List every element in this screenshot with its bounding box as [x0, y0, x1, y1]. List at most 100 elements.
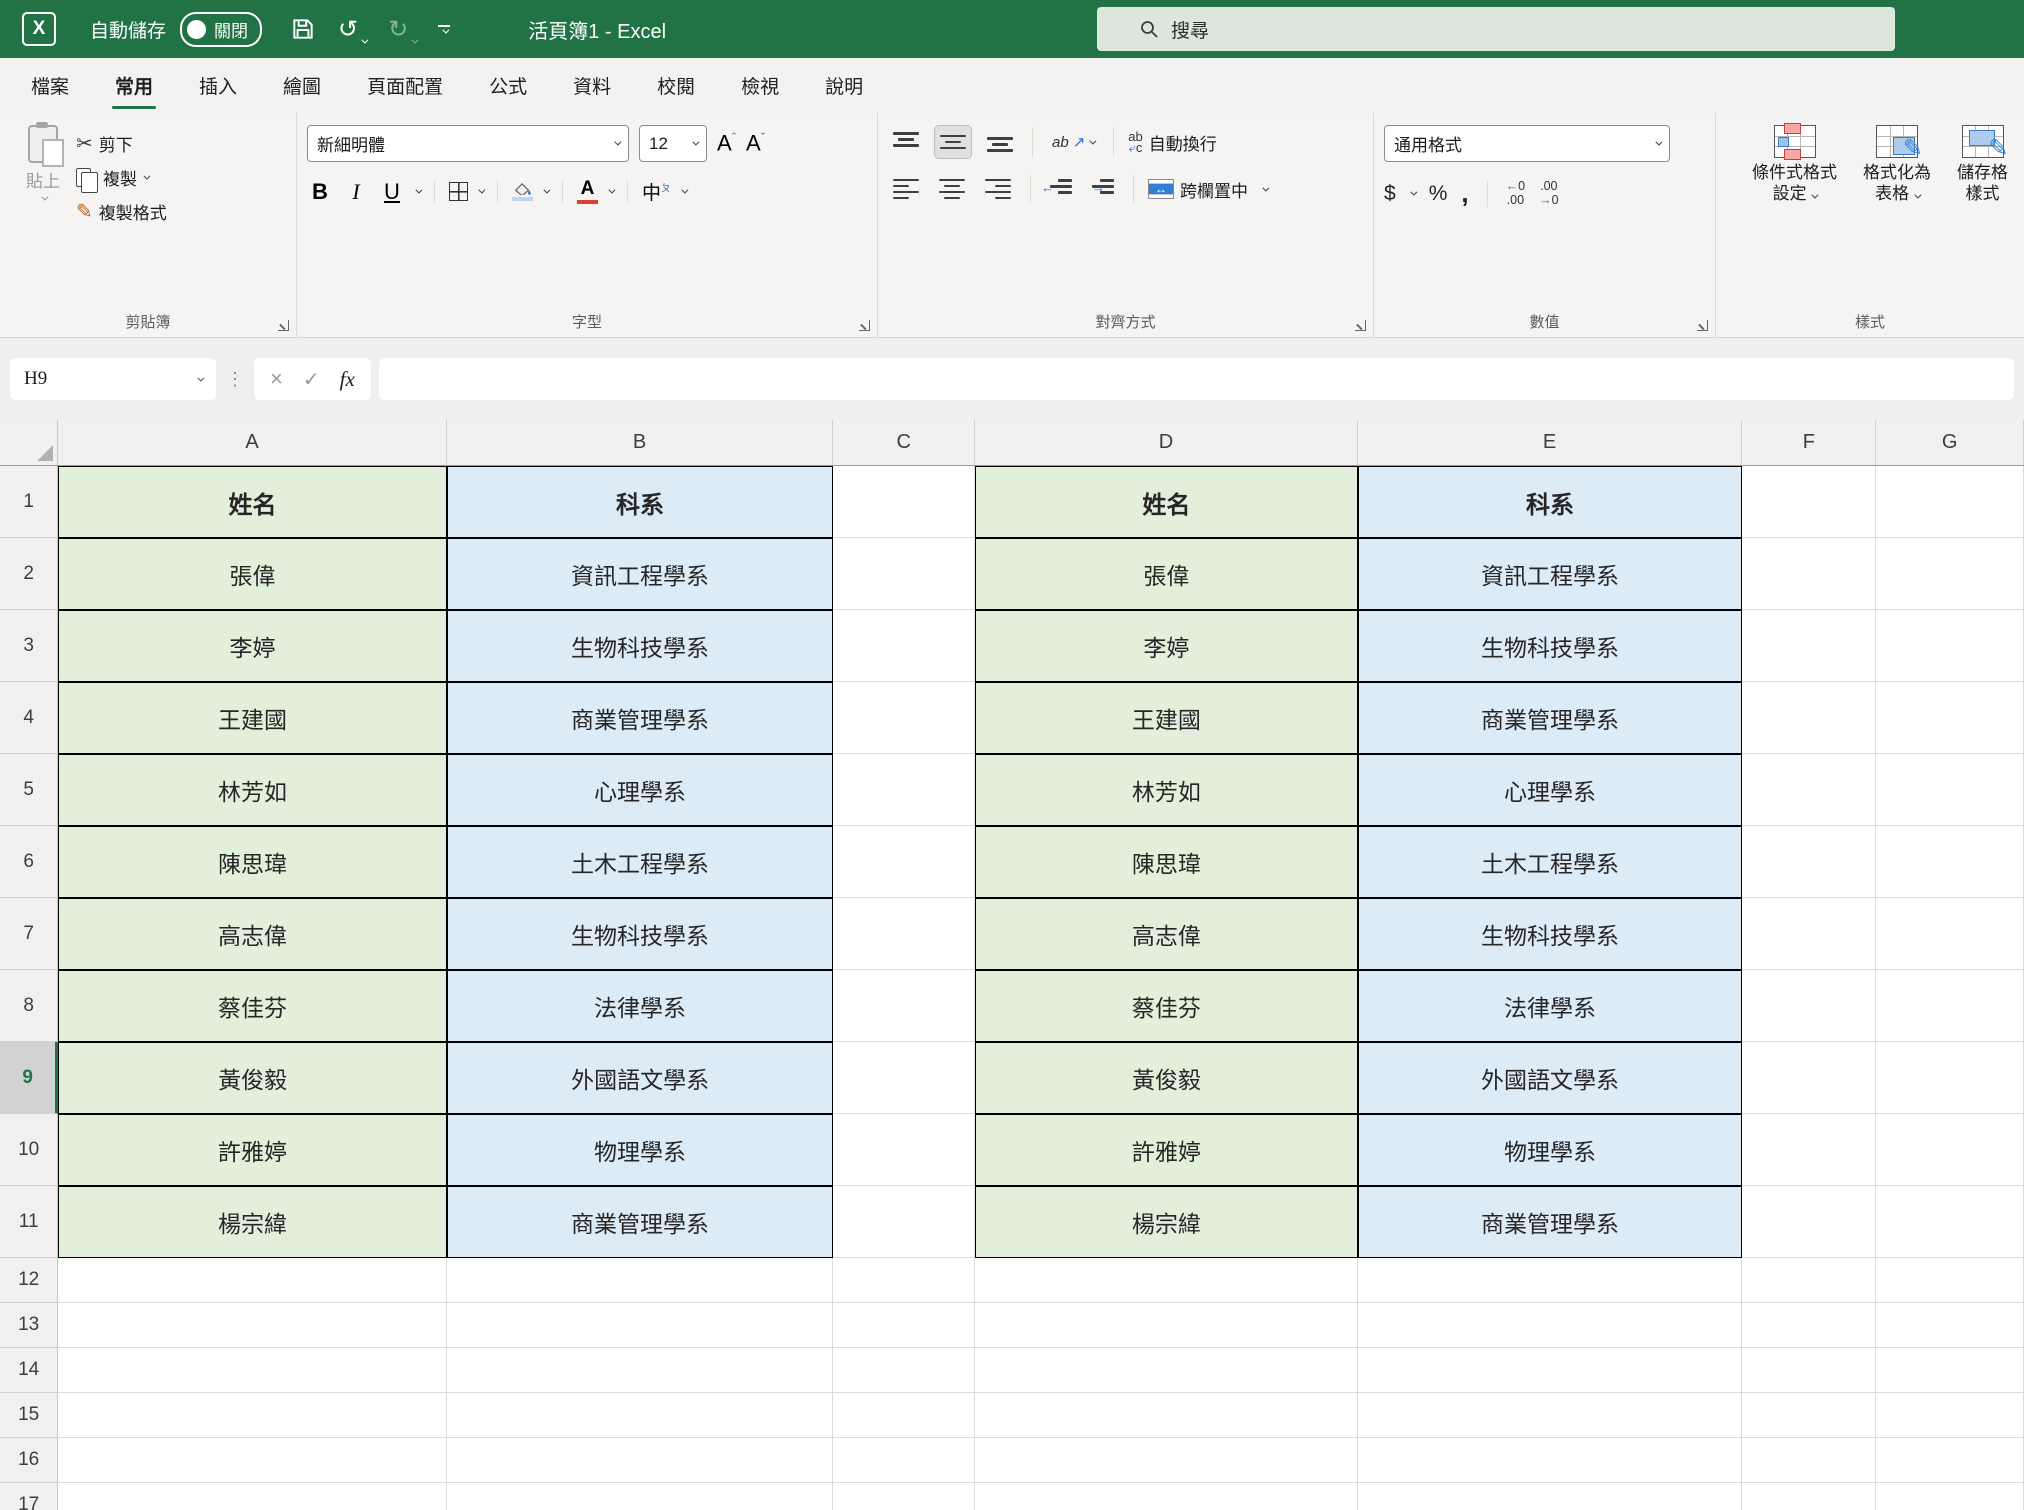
cell-E8[interactable]: 法律學系 [1358, 970, 1743, 1042]
cell-F12[interactable] [1742, 1258, 1876, 1303]
cell-C5[interactable] [833, 754, 975, 826]
cell-styles-button[interactable]: ✎ 儲存格 樣式 [1957, 125, 2008, 205]
cell-F11[interactable] [1742, 1186, 1876, 1258]
row-header-12[interactable]: 12 [0, 1258, 58, 1303]
cell-C9[interactable] [833, 1042, 975, 1114]
dialog-launcher-icon[interactable] [278, 320, 289, 331]
cell-D7[interactable]: 高志偉 [975, 898, 1358, 970]
cell-F10[interactable] [1742, 1114, 1876, 1186]
cell-C15[interactable] [833, 1393, 975, 1438]
cell-B3[interactable]: 生物科技學系 [447, 610, 834, 682]
cell-A11[interactable]: 楊宗緯 [58, 1186, 446, 1258]
fill-color-button[interactable] [512, 182, 533, 202]
row-header-9[interactable]: 9 [0, 1042, 58, 1114]
cell-E7[interactable]: 生物科技學系 [1358, 898, 1743, 970]
cell-C1[interactable] [833, 466, 975, 538]
tab-1[interactable]: 常用 [92, 58, 176, 113]
cell-F5[interactable] [1742, 754, 1876, 826]
chevron-down-icon[interactable] [608, 187, 615, 194]
cell-F2[interactable] [1742, 538, 1876, 610]
cell-E9[interactable]: 外國語文學系 [1358, 1042, 1743, 1114]
align-center-button[interactable] [934, 173, 970, 205]
cell-A16[interactable] [58, 1438, 446, 1483]
cell-D3[interactable]: 李婷 [975, 610, 1358, 682]
cell-G3[interactable] [1876, 610, 2024, 682]
chevron-down-icon[interactable] [415, 187, 422, 194]
cell-E4[interactable]: 商業管理學系 [1358, 682, 1743, 754]
cell-E17[interactable] [1358, 1483, 1743, 1510]
cell-D17[interactable] [975, 1483, 1358, 1510]
cell-B1[interactable]: 科系 [447, 466, 834, 538]
cell-C17[interactable] [833, 1483, 975, 1510]
cell-C8[interactable] [833, 970, 975, 1042]
decrease-font-button[interactable]: Aˇ [746, 130, 765, 156]
format-painter-button[interactable]: ✎ 複製格式 [76, 199, 167, 224]
dialog-launcher-icon[interactable] [1355, 320, 1366, 331]
conditional-formatting-button[interactable]: 條件式格式 設定 [1752, 125, 1837, 205]
cell-D8[interactable]: 蔡佳芬 [975, 970, 1358, 1042]
row-header-4[interactable]: 4 [0, 682, 58, 754]
cell-D5[interactable]: 林芳如 [975, 754, 1358, 826]
cell-E16[interactable] [1358, 1438, 1743, 1483]
cell-D1[interactable]: 姓名 [975, 466, 1358, 538]
cell-A5[interactable]: 林芳如 [58, 754, 446, 826]
row-header-1[interactable]: 1 [0, 466, 58, 538]
cell-G9[interactable] [1876, 1042, 2024, 1114]
cell-G4[interactable] [1876, 682, 2024, 754]
row-header-17[interactable]: 17 [0, 1483, 58, 1510]
cell-E11[interactable]: 商業管理學系 [1358, 1186, 1743, 1258]
cell-G6[interactable] [1876, 826, 2024, 898]
name-box[interactable]: H9 [10, 358, 216, 400]
column-header-A[interactable]: A [58, 420, 446, 465]
align-middle-button[interactable] [934, 125, 972, 159]
cell-A7[interactable]: 高志偉 [58, 898, 446, 970]
tab-9[interactable]: 說明 [802, 58, 886, 113]
cell-F1[interactable] [1742, 466, 1876, 538]
cell-F14[interactable] [1742, 1348, 1876, 1393]
italic-button[interactable]: I [343, 179, 369, 205]
cell-G14[interactable] [1876, 1348, 2024, 1393]
select-all-corner[interactable] [0, 420, 58, 465]
cell-A9[interactable]: 黃俊毅 [58, 1042, 446, 1114]
cell-A12[interactable] [58, 1258, 446, 1303]
font-name-select[interactable]: 新細明體 [307, 125, 629, 162]
cell-B5[interactable]: 心理學系 [447, 754, 834, 826]
cell-A2[interactable]: 張偉 [58, 538, 446, 610]
font-size-select[interactable]: 12 [639, 125, 707, 162]
tab-2[interactable]: 插入 [176, 58, 260, 113]
cell-E14[interactable] [1358, 1348, 1743, 1393]
cell-A6[interactable]: 陳思瑋 [58, 826, 446, 898]
cell-F16[interactable] [1742, 1438, 1876, 1483]
cell-A10[interactable]: 許雅婷 [58, 1114, 446, 1186]
dialog-launcher-icon[interactable] [859, 320, 870, 331]
customize-toolbar-button[interactable] [438, 25, 450, 34]
cell-A13[interactable] [58, 1303, 446, 1348]
cell-B15[interactable] [447, 1393, 834, 1438]
cell-C12[interactable] [833, 1258, 975, 1303]
cell-E2[interactable]: 資訊工程學系 [1358, 538, 1743, 610]
save-button[interactable] [290, 16, 316, 42]
tab-3[interactable]: 繪圖 [260, 58, 344, 113]
cell-D13[interactable] [975, 1303, 1358, 1348]
wrap-text-button[interactable]: ab⤶c 自動換行 [1128, 130, 1216, 155]
column-header-F[interactable]: F [1742, 420, 1876, 465]
increase-indent-button[interactable]: → [1087, 173, 1119, 205]
cell-F4[interactable] [1742, 682, 1876, 754]
cell-G1[interactable] [1876, 466, 2024, 538]
cell-G7[interactable] [1876, 898, 2024, 970]
column-header-C[interactable]: C [833, 420, 975, 465]
cell-E3[interactable]: 生物科技學系 [1358, 610, 1743, 682]
tab-file[interactable]: 檔案 [8, 58, 92, 113]
formula-bar-handle[interactable]: ⋮ [226, 369, 244, 390]
percent-format-button[interactable]: % [1429, 182, 1448, 206]
cell-B8[interactable]: 法律學系 [447, 970, 834, 1042]
cell-D14[interactable] [975, 1348, 1358, 1393]
tab-6[interactable]: 資料 [550, 58, 634, 113]
cell-G16[interactable] [1876, 1438, 2024, 1483]
cell-D4[interactable]: 王建國 [975, 682, 1358, 754]
borders-button[interactable] [449, 182, 468, 201]
cell-F6[interactable] [1742, 826, 1876, 898]
cell-B13[interactable] [447, 1303, 834, 1348]
autosave-toggle[interactable]: 關閉 [180, 12, 262, 47]
cell-E5[interactable]: 心理學系 [1358, 754, 1743, 826]
